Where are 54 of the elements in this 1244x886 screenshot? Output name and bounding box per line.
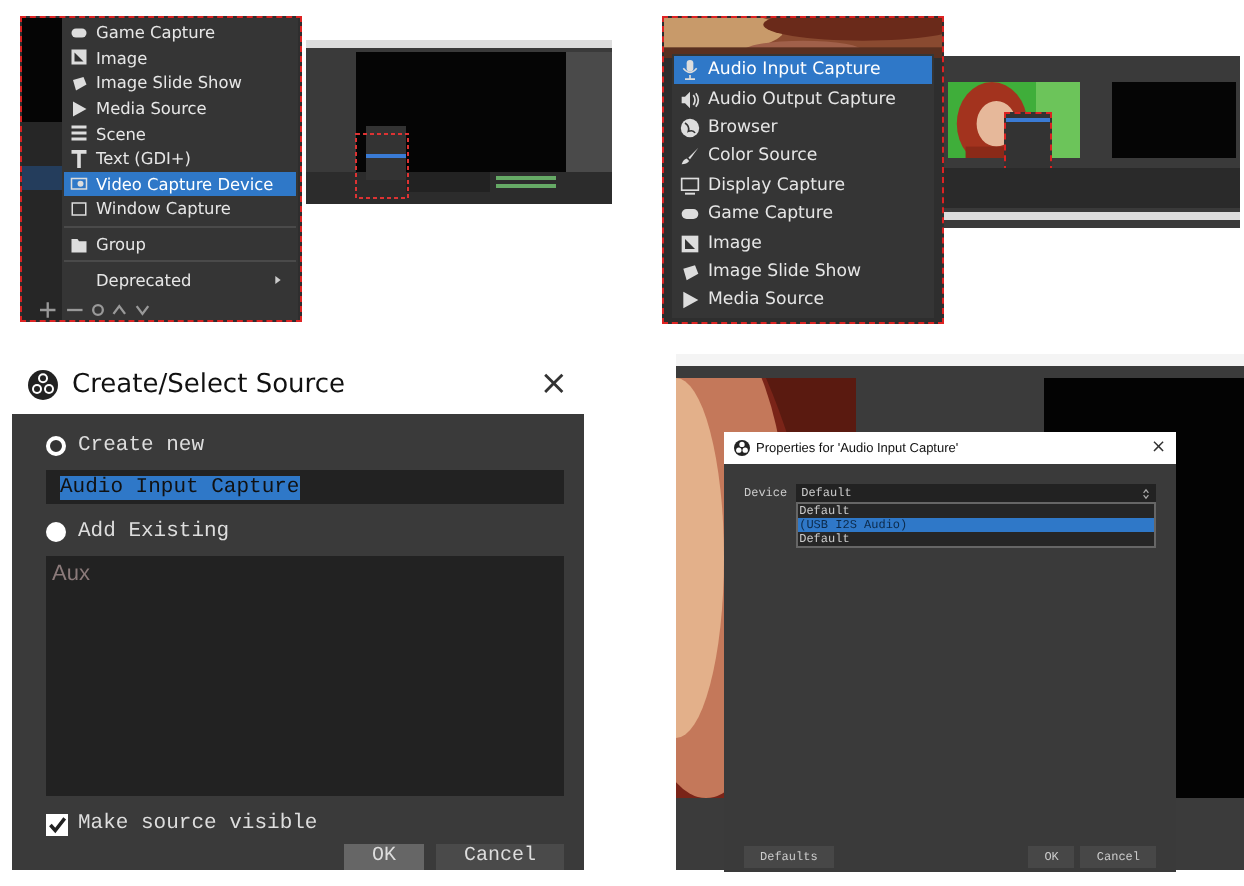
visible-checkbox[interactable]: Make source visible bbox=[46, 812, 564, 836]
menu-item[interactable]: Deprecated bbox=[64, 266, 296, 292]
gamepad-icon bbox=[70, 23, 88, 42]
menu-item[interactable]: Game Capture bbox=[674, 199, 932, 229]
menu-item[interactable]: Image Slide Show bbox=[674, 257, 932, 287]
gamepad-icon bbox=[680, 204, 700, 225]
menu-item[interactable]: Scene bbox=[64, 120, 296, 146]
menu-item[interactable]: Display Capture bbox=[674, 171, 932, 200]
updown-icon bbox=[1142, 487, 1150, 499]
list-icon bbox=[70, 124, 88, 143]
menu-item[interactable]: Group bbox=[64, 231, 296, 257]
slides-icon bbox=[680, 261, 700, 282]
menu-item[interactable]: Media Source bbox=[64, 95, 296, 121]
submenu-arrow-icon bbox=[274, 275, 282, 284]
menu-item[interactable]: Browser bbox=[674, 113, 932, 143]
brush-icon bbox=[680, 146, 700, 167]
menu-item[interactable]: Game Capture bbox=[64, 20, 296, 46]
menu-item[interactable]: Audio Input Capture bbox=[674, 56, 932, 85]
text-icon bbox=[70, 149, 88, 168]
menu-item[interactable]: Color Source bbox=[674, 142, 932, 172]
dialog-title: Create/Select Source bbox=[72, 369, 345, 399]
dialog-button[interactable]: OK bbox=[343, 844, 424, 870]
menu-item[interactable]: Image bbox=[64, 45, 296, 71]
menu-item[interactable]: Image Slide Show bbox=[64, 70, 296, 96]
window-icon bbox=[70, 199, 88, 218]
monitor-icon bbox=[680, 175, 700, 196]
menu-item[interactable]: Text (GDI+) bbox=[64, 145, 296, 172]
context-menu bbox=[1004, 112, 1052, 172]
radio-option[interactable]: Create new bbox=[46, 426, 564, 464]
menu-item[interactable]: Media Source bbox=[674, 286, 932, 316]
microphone-icon bbox=[680, 60, 700, 81]
app-logo-icon bbox=[734, 440, 750, 456]
list-item[interactable]: Aux bbox=[52, 562, 558, 586]
speaker-icon bbox=[680, 89, 700, 110]
radio-option[interactable]: Add Existing bbox=[46, 512, 564, 550]
globe-icon bbox=[680, 117, 700, 138]
play-icon bbox=[680, 290, 700, 311]
menu-item[interactable]: Video Capture Device bbox=[64, 171, 296, 197]
camera-icon bbox=[70, 174, 88, 193]
menu-item[interactable]: Window Capture bbox=[64, 196, 296, 222]
dialog-button[interactable]: Cancel bbox=[435, 844, 564, 870]
preview-area bbox=[1112, 82, 1236, 158]
preview-area bbox=[22, 18, 62, 122]
menu-item[interactable]: Image bbox=[674, 228, 932, 258]
image-icon bbox=[680, 233, 700, 254]
app-logo-icon bbox=[28, 369, 58, 399]
menu-item[interactable]: Audio Output Capture bbox=[674, 84, 932, 114]
play-icon bbox=[70, 99, 88, 118]
close-button[interactable]: × bbox=[539, 364, 568, 404]
image-icon bbox=[70, 48, 88, 67]
name-field[interactable]: Audio Input Capture bbox=[46, 470, 564, 504]
folder-icon bbox=[70, 235, 88, 254]
close-button[interactable]: × bbox=[1150, 438, 1166, 458]
slides-icon bbox=[70, 73, 88, 92]
